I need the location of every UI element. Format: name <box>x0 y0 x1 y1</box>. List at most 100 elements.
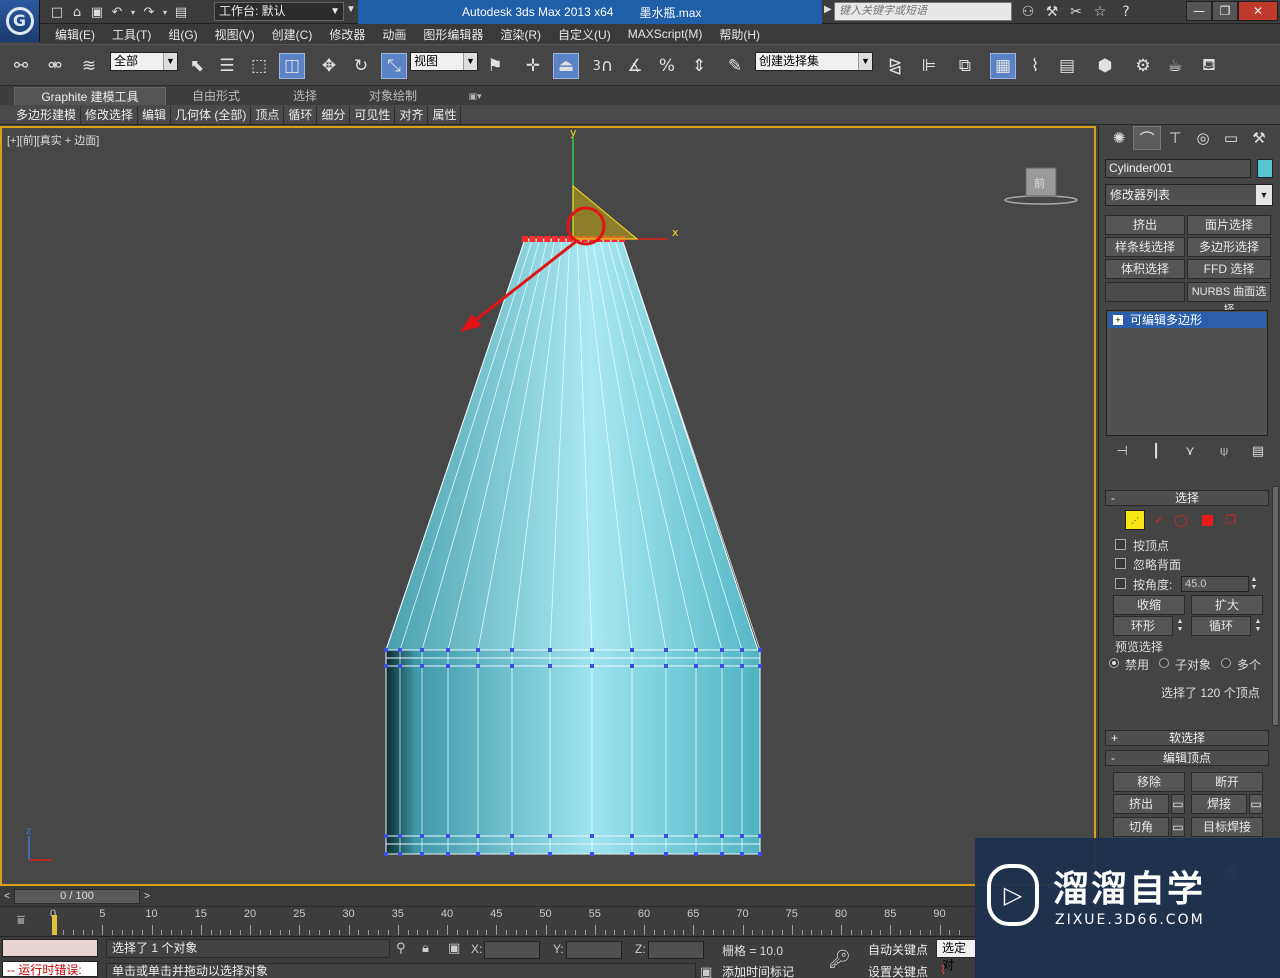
modify-tab-icon[interactable]: ⌒ <box>1133 126 1161 150</box>
ribbon-properties[interactable]: 属性 <box>428 105 462 124</box>
front-viewport[interactable]: y x 前 z [+][前][真实 + 边面] <box>0 126 1096 886</box>
bottle-base-mesh[interactable] <box>385 649 761 855</box>
title-expand-icon[interactable]: ▶ <box>824 4 832 15</box>
object-color-swatch[interactable] <box>1257 159 1273 178</box>
select-and-move-icon[interactable]: ✥ <box>316 53 342 79</box>
menu-maxscript[interactable]: MAXScript(M) <box>628 27 703 41</box>
object-name-field[interactable]: Cylinder001 <box>1105 159 1251 178</box>
named-selection-select[interactable]: 创建选择集 ▼ <box>755 52 873 71</box>
selection-filter-select[interactable]: 全部 ▼ <box>110 52 178 71</box>
keyboard-shortcut-toggle-icon[interactable]: ⏏ <box>553 53 579 79</box>
angle-spinner[interactable]: 45.0 <box>1181 576 1249 592</box>
ffd-select-button[interactable]: FFD 选择 <box>1187 259 1271 279</box>
selection-rollout-header[interactable]: - 选择 <box>1105 490 1269 506</box>
by-angle-checkbox[interactable] <box>1115 578 1126 589</box>
ribbon-options-icon[interactable]: ▣▾ <box>460 87 490 105</box>
ring-spinner-icon[interactable]: ▲ ▼ <box>1175 618 1185 634</box>
binoculars-icon[interactable]: ⚇ <box>1016 2 1040 22</box>
ribbon-polygon-modeling[interactable]: 多边形建模 <box>12 105 82 124</box>
menu-group[interactable]: 组(G) <box>168 26 197 43</box>
configure-sets-icon[interactable]: ▤ <box>1241 444 1275 464</box>
empty-modifier-button[interactable] <box>1105 282 1185 302</box>
menu-create[interactable]: 创建(C) <box>272 26 313 43</box>
align-icon[interactable]: ⊫ <box>916 53 942 79</box>
menu-tools[interactable]: 工具(T) <box>112 26 151 43</box>
menu-graph-editors[interactable]: 图形编辑器 <box>423 26 483 43</box>
percent-snap-icon[interactable]: % <box>654 53 680 79</box>
loop-button[interactable]: 循环 <box>1191 616 1251 636</box>
set-key-button[interactable]: 设置关键点 <box>868 963 928 978</box>
communication-center-icon[interactable]: ✂ <box>1064 2 1088 22</box>
x-coordinate-field[interactable] <box>484 941 540 959</box>
snaps-toggle-icon[interactable]: 3 ∩ <box>590 53 616 79</box>
border-subobject-icon[interactable]: ◯ <box>1171 510 1191 530</box>
redo-icon[interactable]: ↷ <box>140 3 158 21</box>
polygon-subobject-icon[interactable] <box>1197 510 1217 530</box>
workspace-select[interactable]: 工作台: 默认 ▼ <box>214 2 344 21</box>
tab-selection[interactable]: 选择 <box>270 87 340 105</box>
vertex-subobject-icon[interactable]: ⋰ <box>1125 510 1145 530</box>
command-panel-scrollbar[interactable] <box>1272 486 1279 726</box>
ignore-backface-checkbox[interactable] <box>1115 558 1126 569</box>
save-file-icon[interactable]: ▣ <box>88 3 106 21</box>
unlink-icon[interactable]: ⚮ <box>42 53 68 79</box>
time-tag-icon[interactable]: ▣ <box>700 965 712 978</box>
app-menu-button[interactable]: G <box>0 0 40 42</box>
extrude-modifier-button[interactable]: 挤出 <box>1105 215 1185 235</box>
make-unique-icon[interactable]: ⋎ <box>1173 444 1207 464</box>
rect-selection-region-icon[interactable]: ⬚ <box>246 53 272 79</box>
subscription-icon[interactable]: ⚒ <box>1040 2 1064 22</box>
display-tab-icon[interactable]: ▭ <box>1217 126 1245 150</box>
ribbon-visibility[interactable]: 可见性 <box>350 105 396 124</box>
help-icon[interactable]: ? <box>1112 2 1140 22</box>
favorites-star-icon[interactable]: ☆ <box>1088 2 1112 22</box>
key-curve-icon[interactable]: ⌇ <box>940 963 946 978</box>
key-selection-select[interactable]: 选定对 <box>936 939 976 972</box>
edit-named-selection-icon[interactable]: ✎ <box>722 53 748 79</box>
angle-snap-icon[interactable]: ∡ <box>622 53 648 79</box>
time-slider[interactable]: 0 / 100 <box>14 889 140 904</box>
redo-dropdown-icon[interactable]: ▾ <box>160 3 170 21</box>
set-key-icon[interactable]: 🔑︎ <box>828 949 851 970</box>
prev-frame-icon[interactable]: < <box>0 889 14 904</box>
y-coordinate-field[interactable] <box>566 941 622 959</box>
remove-modifier-icon[interactable]: ⍦ <box>1207 444 1241 464</box>
menu-help[interactable]: 帮助(H) <box>719 26 760 43</box>
menu-edit[interactable]: 编辑(E) <box>55 26 95 43</box>
select-and-rotate-icon[interactable]: ↻ <box>348 53 374 79</box>
tab-freeform[interactable]: 自由形式 <box>176 87 256 105</box>
reference-coordinate-select[interactable]: 视图 ▼ <box>410 52 478 71</box>
modifier-list-select[interactable]: 修改器列表 ▼ <box>1105 184 1273 206</box>
shrink-button[interactable]: 收缩 <box>1113 595 1185 615</box>
viewcube[interactable]: 前 <box>1004 167 1078 205</box>
graphite-toggle-icon[interactable]: ▦ <box>990 53 1016 79</box>
edit-vertices-rollout-header[interactable]: - 编辑顶点 <box>1105 750 1269 766</box>
loop-spinner-icon[interactable]: ▲ ▼ <box>1253 618 1263 634</box>
tab-graphite-modeling[interactable]: Graphite 建模工具 <box>14 87 166 105</box>
maxscript-listener-field[interactable] <box>2 939 98 957</box>
material-editor-icon[interactable]: ⬢ <box>1092 53 1118 79</box>
show-end-result-icon[interactable]: ┃ <box>1139 444 1173 464</box>
motion-tab-icon[interactable]: ◎ <box>1189 126 1217 150</box>
bind-space-warp-icon[interactable]: ≋ <box>76 53 102 79</box>
bottle-cone-mesh[interactable] <box>385 238 759 651</box>
element-subobject-icon[interactable]: ❒ <box>1221 510 1241 530</box>
menu-modifiers[interactable]: 修改器 <box>329 26 365 43</box>
ribbon-edit[interactable]: 编辑 <box>138 105 172 124</box>
ribbon-loops[interactable]: 循环 <box>284 105 318 124</box>
remove-button[interactable]: 移除 <box>1113 772 1185 792</box>
weld-button[interactable]: 焊接 <box>1191 794 1247 814</box>
preview-subobject-radio[interactable] <box>1159 658 1169 668</box>
render-setup-icon[interactable]: ⚙ <box>1130 53 1156 79</box>
add-time-tag-label[interactable]: 添加时间标记 <box>722 963 794 978</box>
viewport-label[interactable]: [+][前][真实 + 边面] <box>7 132 99 148</box>
preview-disabled-radio[interactable] <box>1109 658 1119 668</box>
undo-dropdown-icon[interactable]: ▾ <box>128 3 138 21</box>
stack-item-editable-poly[interactable]: + 可编辑多边形 <box>1108 312 1266 328</box>
select-object-icon[interactable]: ⬉ <box>184 53 210 79</box>
auto-key-button[interactable]: 自动关键点 <box>868 941 928 958</box>
edge-subobject-icon[interactable]: ✓ <box>1149 510 1169 530</box>
select-and-manipulate-icon[interactable]: ✛ <box>520 53 546 79</box>
create-tab-icon[interactable]: ✺ <box>1105 126 1133 150</box>
track-bar[interactable]: ⩸ 0 5 10 15 20 25 30 35 40 45 50 55 60 65 70 75 80 85 90 <box>0 906 975 937</box>
